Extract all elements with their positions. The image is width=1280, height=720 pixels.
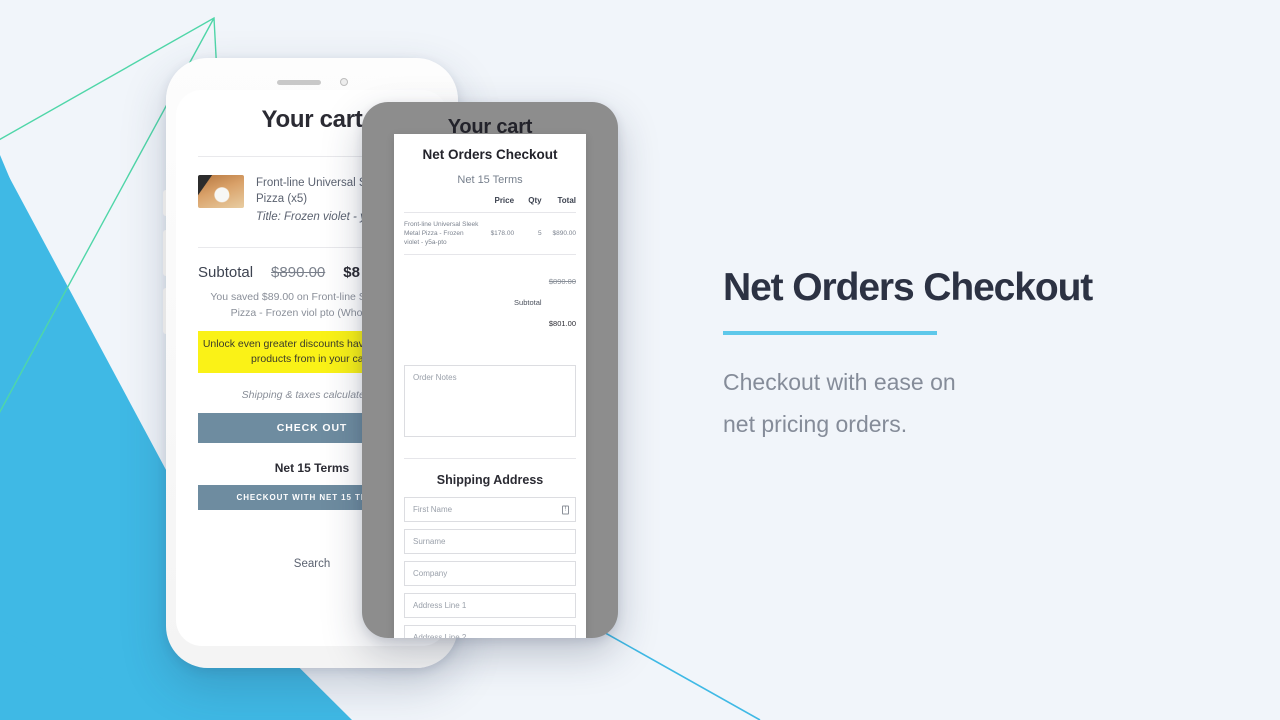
promo-subtitle-line-1: Checkout with ease on (723, 369, 956, 395)
modal-subtitle: Net 15 Terms (457, 174, 523, 186)
table-row: Front-line Universal Sleek Metal Pizza -… (404, 212, 576, 255)
camera-icon (339, 78, 348, 86)
product-thumbnail-icon (198, 175, 244, 208)
col-price: Price (494, 196, 515, 205)
subtotal-new-price: $801.00 (548, 319, 576, 328)
net-orders-checkout-modal: Net Orders Checkout Net 15 Terms Price Q… (394, 134, 586, 638)
speaker-icon (276, 79, 321, 85)
accent-rule (723, 331, 937, 335)
order-notes-textarea[interactable] (404, 365, 576, 437)
phone-speaker-area (166, 78, 458, 86)
surname-field[interactable] (404, 529, 576, 554)
address-line-2-field[interactable] (404, 625, 576, 638)
subtotal-new-price: $8 (343, 264, 360, 281)
id-icon: ! (562, 505, 569, 514)
address-line-2-field-wrap (404, 625, 576, 638)
modal-title: Net Orders Checkout (422, 147, 558, 162)
company-field[interactable] (404, 561, 576, 586)
col-description (404, 194, 480, 213)
cell-price: $178.00 (479, 212, 515, 255)
promo-headline: Net Orders Checkout (723, 266, 1093, 309)
phone-mockup-front: Your cart Net Orders Checkout Net 15 Ter… (362, 102, 618, 638)
company-field-wrap (404, 561, 576, 586)
shipping-address-heading: Shipping Address (436, 473, 544, 487)
phone-side-button (163, 288, 166, 334)
first-name-field-wrap: ! (404, 497, 576, 522)
promo-text-panel: Net Orders Checkout Checkout with ease o… (723, 265, 1193, 445)
first-name-field[interactable] (404, 497, 576, 522)
promo-subtitle-line-2: net pricing orders. (723, 411, 908, 437)
subtotal-old-price: $890.00 (548, 277, 576, 286)
subtotal-row: Subtotal $890.00 $801.00 (404, 254, 576, 353)
address-line-1-field[interactable] (404, 593, 576, 618)
subtotal-values: $890.00 $801.00 (541, 254, 576, 353)
subtotal-label: Subtotal (198, 264, 254, 281)
subtotal-label: Subtotal (479, 254, 542, 353)
order-summary-table: Price Qty Total Front-line Universal Sle… (404, 194, 576, 353)
table-header-row: Price Qty Total (404, 194, 576, 213)
col-total: Total (557, 196, 576, 205)
cell-total: $890.00 (541, 212, 576, 255)
cell-qty: 5 (514, 212, 542, 255)
surname-field-wrap (404, 529, 576, 554)
subtotal-old-price: $890.00 (271, 264, 326, 281)
cell-description: Front-line Universal Sleek Metal Pizza -… (404, 212, 480, 255)
col-qty: Qty (528, 196, 542, 205)
address-line-1-field-wrap (404, 593, 576, 618)
